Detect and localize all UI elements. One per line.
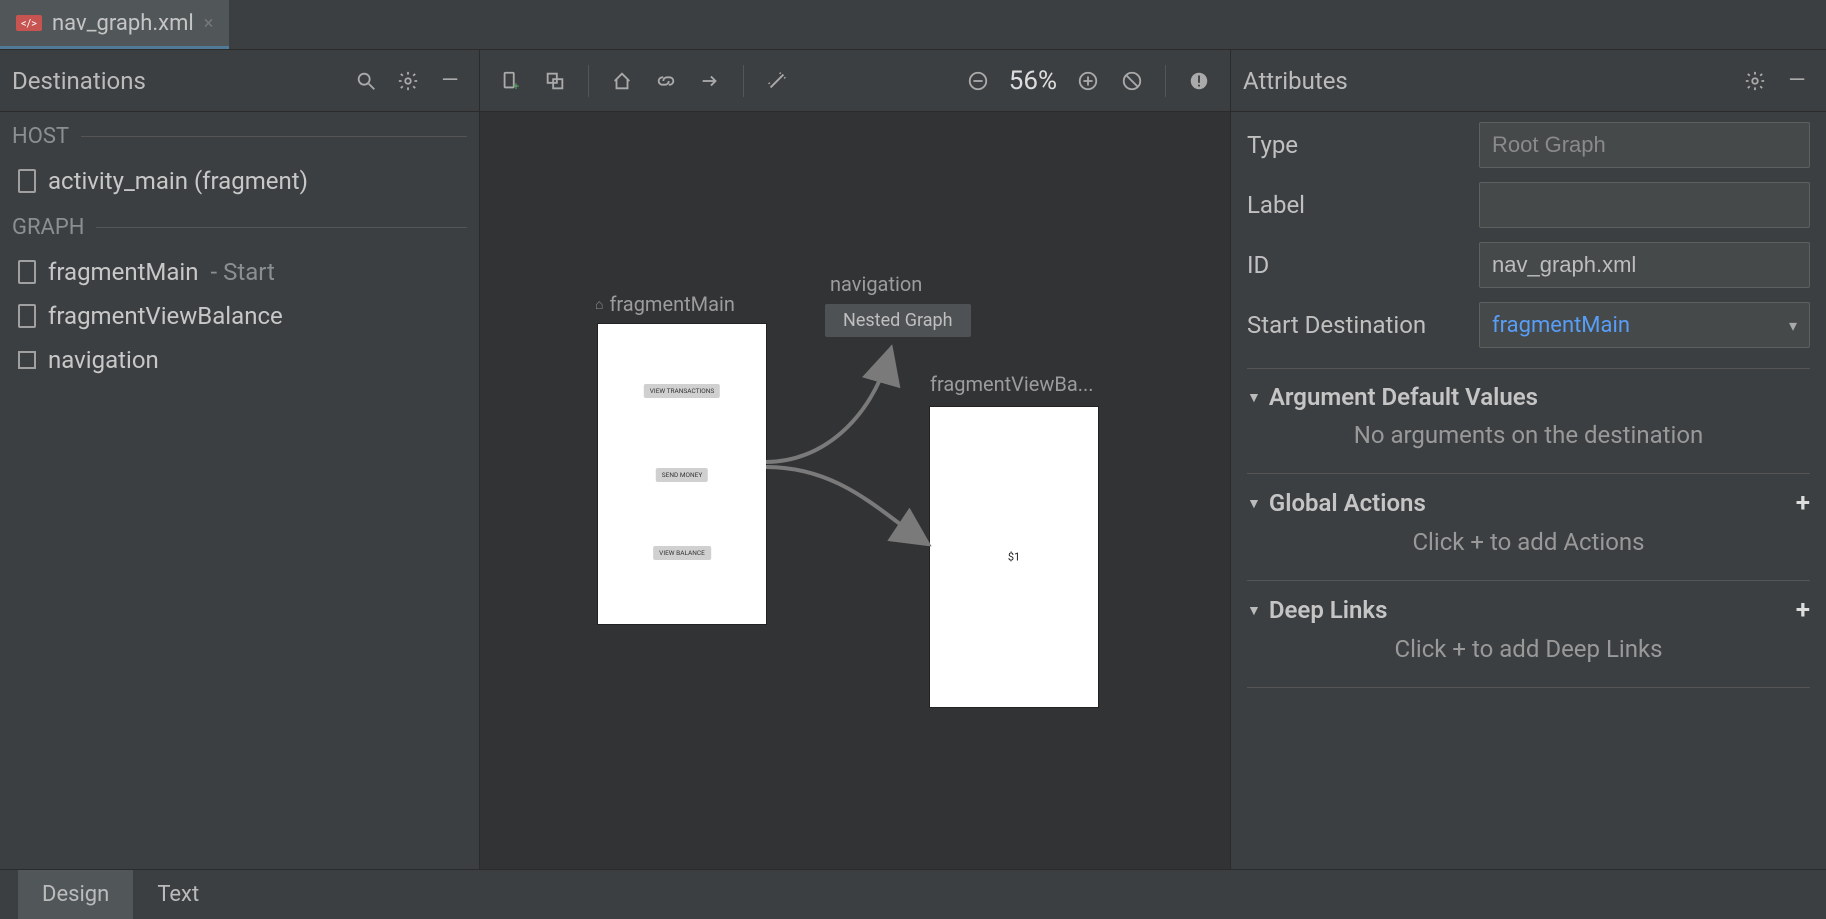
host-item[interactable]: activity_main (fragment) [0, 159, 479, 203]
view-transactions-button: VIEW TRANSACTIONS [644, 384, 720, 398]
fragment-main-preview[interactable]: VIEW TRANSACTIONS SEND MONEY VIEW BALANC… [598, 324, 766, 624]
attributes-header: Attributes — [1231, 50, 1826, 112]
global-actions-header[interactable]: ▼ Global Actions + [1247, 488, 1810, 518]
global-actions-hint: Click + to add Actions [1247, 518, 1810, 560]
balance-value: $1 [1008, 551, 1020, 564]
text-tab[interactable]: Text [133, 870, 223, 919]
navigation-label: navigation [830, 272, 922, 296]
global-actions-section: ▼ Global Actions + Click + to add Action… [1247, 473, 1810, 560]
arrow-right-icon[interactable] [693, 64, 727, 98]
fragment-icon [18, 260, 36, 284]
search-icon[interactable] [349, 64, 383, 98]
editor-tabbar: </> nav_graph.xml × [0, 0, 1826, 50]
host-item-label: activity_main (fragment) [48, 167, 308, 195]
bottom-tabbar: Design Text [0, 869, 1826, 919]
file-tab-label: nav_graph.xml [52, 11, 194, 36]
nested-graph-icon[interactable] [538, 64, 572, 98]
xml-file-icon: </> [16, 15, 42, 31]
design-canvas-area: + 56% [480, 50, 1230, 869]
attr-start-dest-select[interactable]: fragmentMain ▾ [1479, 302, 1810, 348]
attr-type-row: Type [1247, 122, 1810, 168]
collapse-icon: ▼ [1247, 602, 1261, 619]
graph-section-label: GRAPH [0, 203, 479, 250]
argument-empty-text: No arguments on the destination [1247, 411, 1810, 453]
attr-label-row: Label [1247, 182, 1810, 228]
attributes-body: Type Label ID Start Destination fragment… [1231, 112, 1826, 698]
new-destination-icon[interactable]: + [494, 64, 528, 98]
fragment-main-label: ⌂ fragmentMain [595, 292, 735, 316]
attr-type-input[interactable] [1479, 122, 1810, 168]
zoom-fit-icon[interactable] [1115, 64, 1149, 98]
home-icon[interactable] [605, 64, 639, 98]
fragment-view-balance-label: fragmentViewBa... [930, 372, 1094, 396]
host-section-label: HOST [0, 112, 479, 159]
close-tab-icon[interactable]: × [204, 13, 214, 34]
graph-item-navigation[interactable]: navigation [0, 338, 479, 382]
canvas-toolbar: + 56% [480, 50, 1230, 112]
add-action-icon[interactable]: + [1796, 488, 1810, 518]
design-tab[interactable]: Design [18, 870, 133, 919]
fragment-view-balance-preview[interactable]: $1 [930, 407, 1098, 707]
destinations-panel: Destinations — HOST activity_main (fragm… [0, 50, 480, 869]
destinations-title: Destinations [12, 67, 341, 95]
attr-label-input[interactable] [1479, 182, 1810, 228]
destinations-header: Destinations — [0, 50, 479, 112]
view-balance-button: VIEW BALANCE [653, 546, 711, 560]
home-icon: ⌂ [595, 296, 603, 313]
deep-links-header[interactable]: ▼ Deep Links + [1247, 595, 1810, 625]
nested-graph-icon [18, 351, 36, 369]
collapse-icon: ▼ [1247, 389, 1261, 406]
gear-icon[interactable] [1738, 64, 1772, 98]
nav-canvas[interactable]: ⌂ fragmentMain VIEW TRANSACTIONS SEND MO… [480, 112, 1230, 869]
attributes-title: Attributes [1243, 67, 1730, 95]
minimize-icon[interactable]: — [1780, 64, 1814, 98]
zoom-level: 56% [1009, 66, 1057, 96]
minimize-icon[interactable]: — [433, 64, 467, 98]
graph-item-fragment-main[interactable]: fragmentMain - Start [0, 250, 479, 294]
graph-item-fragment-view-balance[interactable]: fragmentViewBalance [0, 294, 479, 338]
collapse-icon: ▼ [1247, 495, 1261, 512]
attr-id-row: ID [1247, 242, 1810, 288]
zoom-out-icon[interactable] [961, 64, 995, 98]
fragment-icon [18, 169, 36, 193]
deep-links-section: ▼ Deep Links + Click + to add Deep Links [1247, 580, 1810, 667]
attributes-panel: Attributes — Type Label ID Start Destina… [1230, 50, 1826, 869]
main-area: Destinations — HOST activity_main (fragm… [0, 50, 1826, 869]
fragment-icon [18, 304, 36, 328]
svg-text:+: + [513, 80, 519, 92]
nested-graph-badge[interactable]: Nested Graph [825, 304, 971, 337]
send-money-button: SEND MONEY [656, 468, 708, 482]
magic-wand-icon[interactable] [760, 64, 794, 98]
warning-icon[interactable] [1182, 64, 1216, 98]
argument-section: ▼ Argument Default Values No arguments o… [1247, 368, 1810, 453]
action-arrows [480, 112, 1230, 869]
file-tab[interactable]: </> nav_graph.xml × [0, 0, 229, 49]
attr-start-dest-row: Start Destination fragmentMain ▾ [1247, 302, 1810, 348]
zoom-in-icon[interactable] [1071, 64, 1105, 98]
chevron-down-icon: ▾ [1789, 316, 1797, 335]
add-deep-link-icon[interactable]: + [1796, 595, 1810, 625]
link-icon[interactable] [649, 64, 683, 98]
attr-id-input[interactable] [1479, 242, 1810, 288]
deep-links-hint: Click + to add Deep Links [1247, 625, 1810, 667]
gear-icon[interactable] [391, 64, 425, 98]
argument-section-header[interactable]: ▼ Argument Default Values [1247, 383, 1810, 411]
